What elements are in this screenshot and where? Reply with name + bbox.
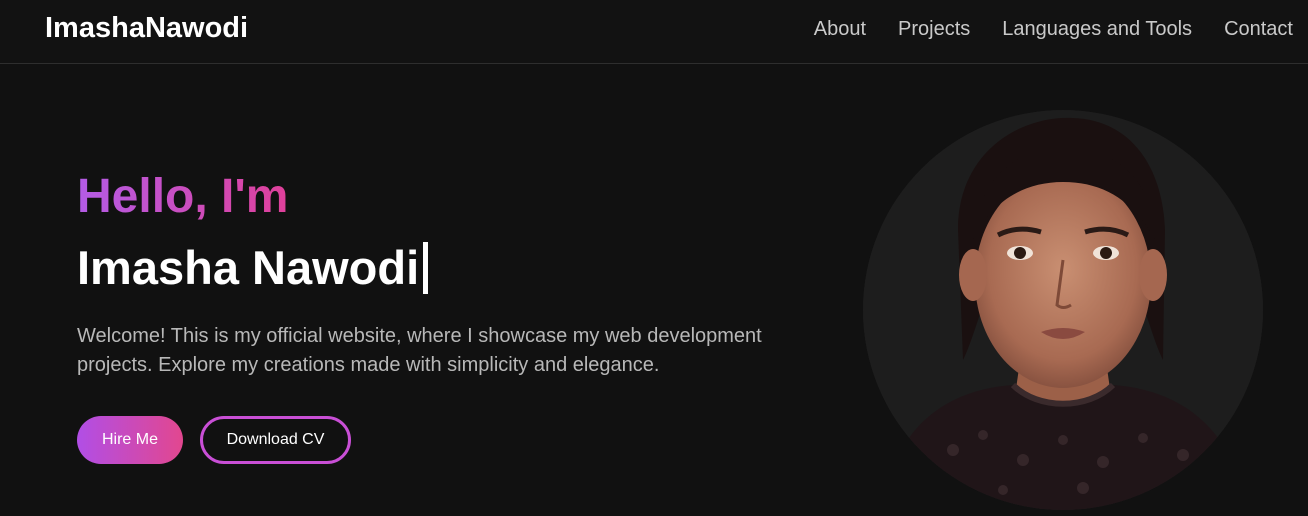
nav-links: About Projects Languages and Tools Conta… bbox=[814, 18, 1293, 41]
hero-intro: Welcome! This is my official website, wh… bbox=[77, 325, 762, 376]
typing-cursor bbox=[423, 242, 429, 294]
nav-link-contact[interactable]: Contact bbox=[1224, 18, 1293, 41]
navbar: ImashaNawodi About Projects Languages an… bbox=[0, 0, 1308, 64]
hero-section: Hello, I'm Imasha Nawodi Welcome! This i… bbox=[77, 168, 837, 464]
profile-photo bbox=[863, 110, 1263, 510]
brand-logo[interactable]: ImashaNawodi bbox=[45, 12, 248, 45]
hero-name-line: Imasha Nawodi bbox=[77, 240, 837, 296]
nav-link-languages-and-tools[interactable]: Languages and Tools bbox=[1002, 18, 1192, 41]
hero-buttons: Hire Me Download CV bbox=[77, 416, 837, 464]
hire-me-button[interactable]: Hire Me bbox=[77, 416, 183, 464]
nav-link-projects[interactable]: Projects bbox=[898, 18, 970, 41]
hero-name: Imasha Nawodi bbox=[77, 241, 420, 294]
profile-photo-icon bbox=[863, 110, 1263, 510]
download-cv-button[interactable]: Download CV bbox=[200, 416, 351, 464]
hero-greeting: Hello, I'm bbox=[77, 168, 288, 226]
nav-link-about[interactable]: About bbox=[814, 18, 866, 41]
